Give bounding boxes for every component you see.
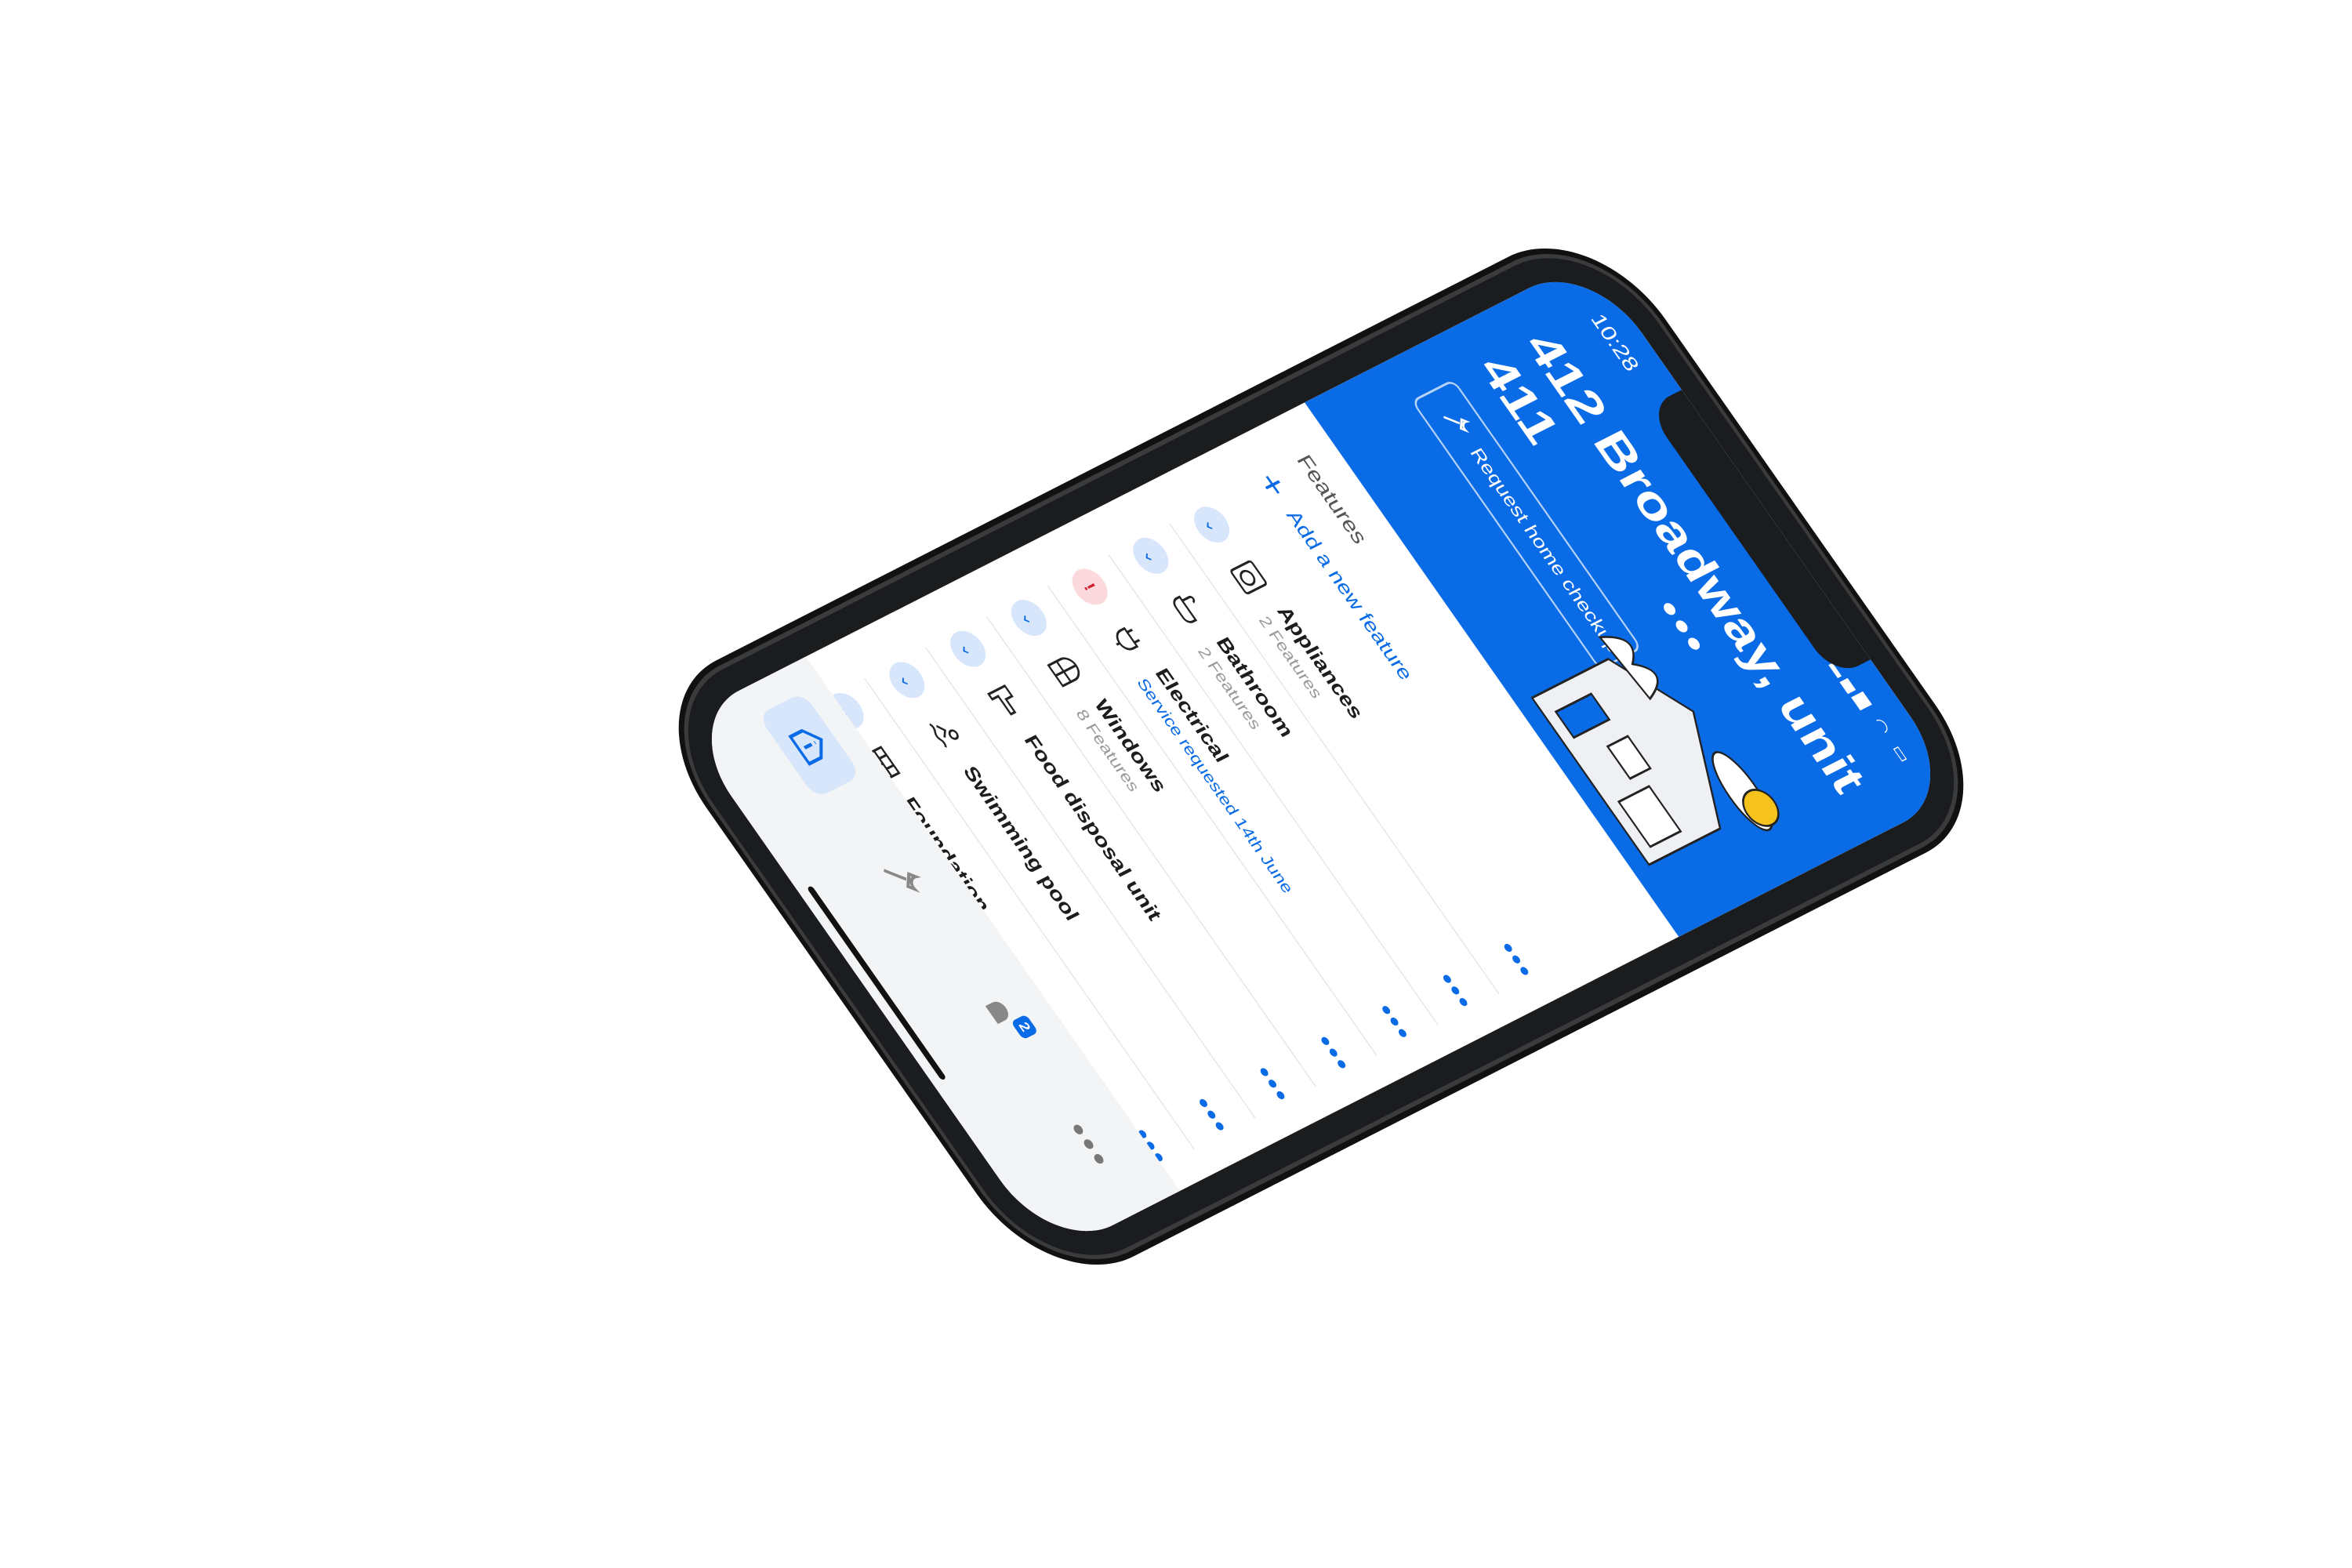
feature-more-button[interactable]: •••: [1250, 1062, 1297, 1108]
wrench-icon: [875, 853, 931, 905]
app-screen: 10:28 ▂▄▆ ◠ ▭ 412 Broadway, unit 411 •••…: [678, 257, 1964, 1256]
chevron-down-icon[interactable]: ⌄: [882, 656, 932, 704]
pipe-icon: [978, 677, 1031, 727]
chevron-down-icon[interactable]: ⌄: [1186, 501, 1237, 549]
window-icon: [1039, 645, 1092, 695]
feature-more-button[interactable]: •••: [1372, 1000, 1418, 1046]
plus-icon: +: [1250, 466, 1295, 503]
battery-icon: ▭: [1888, 742, 1918, 770]
phone-device: 10:28 ▂▄▆ ◠ ▭ 412 Broadway, unit 411 •••…: [646, 227, 1996, 1287]
washing-machine-icon: [1221, 552, 1275, 602]
feature-more-button[interactable]: •••: [1311, 1031, 1357, 1077]
chevron-down-icon[interactable]: ⌄: [1126, 532, 1176, 579]
status-time: 10:28: [1585, 310, 1644, 375]
swimmer-icon: [917, 707, 971, 757]
plug-icon: [1100, 614, 1153, 664]
wrench-icon: [1435, 405, 1477, 443]
feature-more-button[interactable]: •••: [1432, 969, 1479, 1015]
home-info-icon: [782, 720, 838, 771]
wifi-icon: ◠: [1869, 714, 1898, 742]
chevron-down-icon[interactable]: ⌄: [942, 625, 993, 673]
alert-icon[interactable]: !: [1065, 563, 1115, 611]
more-icon: •••: [1061, 1117, 1120, 1175]
feature-more-button[interactable]: •••: [1189, 1093, 1236, 1139]
product-render: 10:28 ▂▄▆ ◠ ▭ 412 Broadway, unit 411 •••…: [0, 0, 2352, 1568]
chevron-down-icon[interactable]: ⌄: [1004, 594, 1054, 641]
feature-more-button[interactable]: •••: [1494, 938, 1541, 984]
bathtub-icon: [1161, 583, 1214, 633]
